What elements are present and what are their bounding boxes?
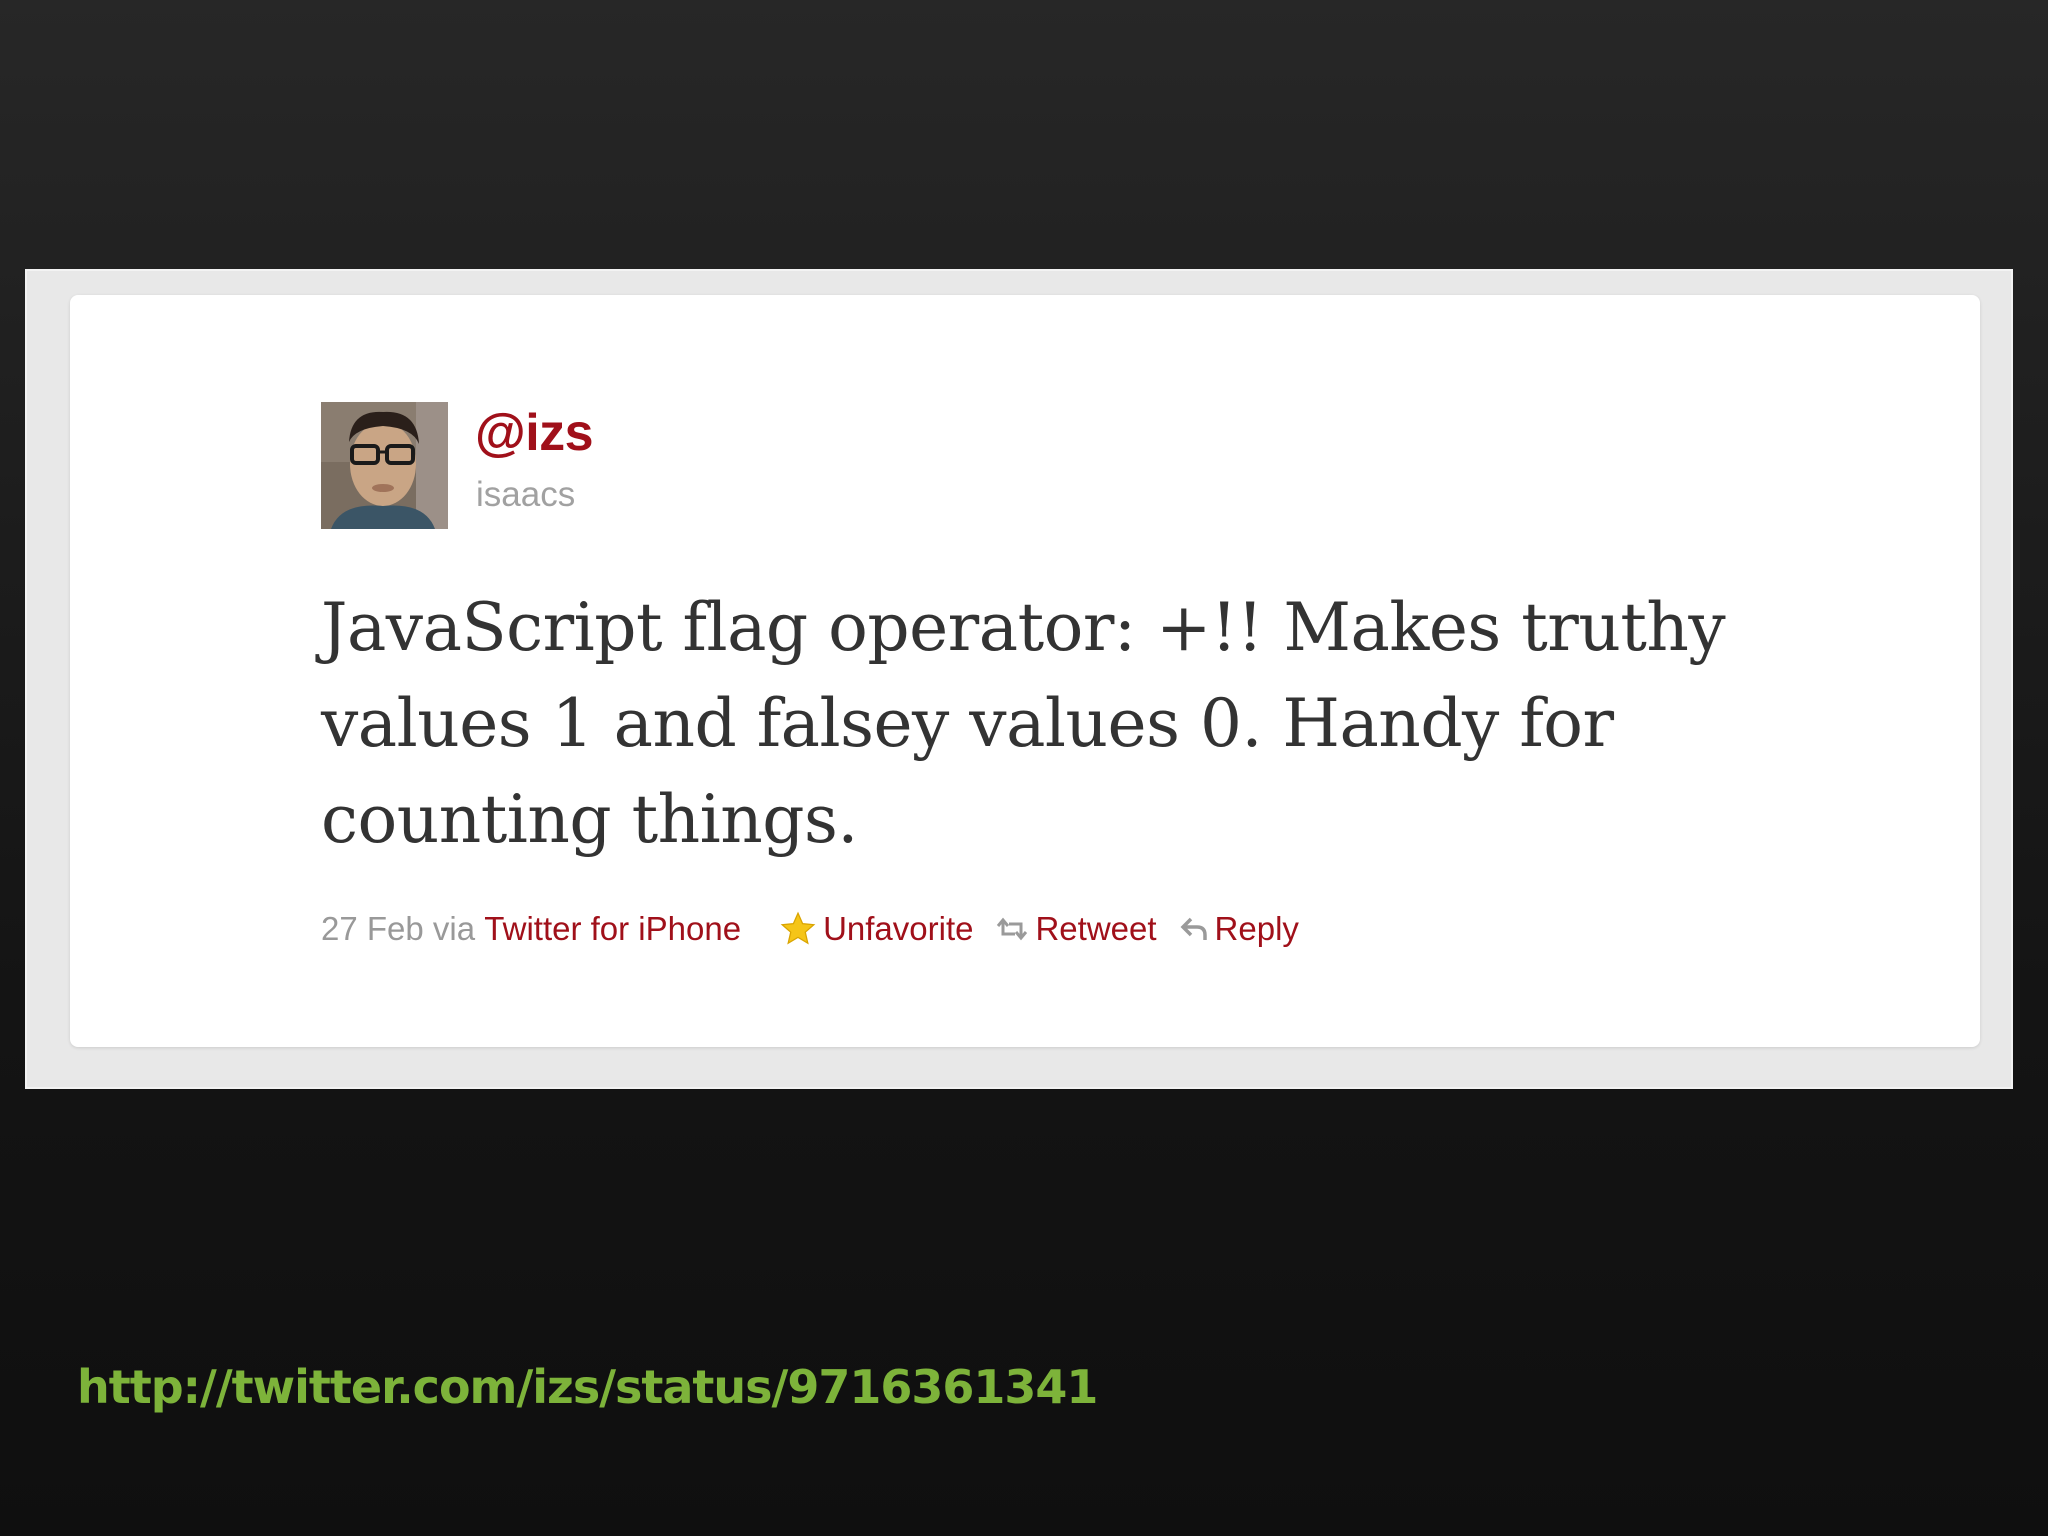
tweet-screenshot-frame: @izs isaacs JavaScript flag operator: +!… xyxy=(25,269,2013,1089)
retweet-icon xyxy=(995,916,1029,942)
reply-button[interactable]: Reply xyxy=(1179,910,1299,948)
unfavorite-label: Unfavorite xyxy=(823,910,974,947)
tweet-text: JavaScript flag operator: +!! Makes trut… xyxy=(321,589,1726,858)
reply-icon xyxy=(1179,914,1209,944)
via-label: via xyxy=(432,910,476,947)
unfavorite-button[interactable]: Unfavorite xyxy=(779,910,973,948)
retweet-label: Retweet xyxy=(1035,910,1157,947)
screen-name-link[interactable]: @izs xyxy=(475,403,594,463)
reply-label: Reply xyxy=(1214,910,1299,947)
tweet-meta: 27 Feb via Twitter for iPhone Unfavorite xyxy=(321,907,1299,951)
tweet-date[interactable]: 27 Feb xyxy=(321,910,424,948)
avatar-image xyxy=(321,402,448,529)
star-icon xyxy=(779,910,817,948)
user-avatar[interactable] xyxy=(321,402,448,529)
tweet-source-link[interactable]: Twitter for iPhone xyxy=(484,910,741,948)
user-full-name: isaacs xyxy=(476,475,576,514)
tweet-card: @izs isaacs JavaScript flag operator: +!… xyxy=(70,295,1980,1047)
tweet-url-link[interactable]: http://twitter.com/izs/status/9716361341 xyxy=(77,1360,1098,1414)
retweet-button[interactable]: Retweet xyxy=(995,910,1157,948)
